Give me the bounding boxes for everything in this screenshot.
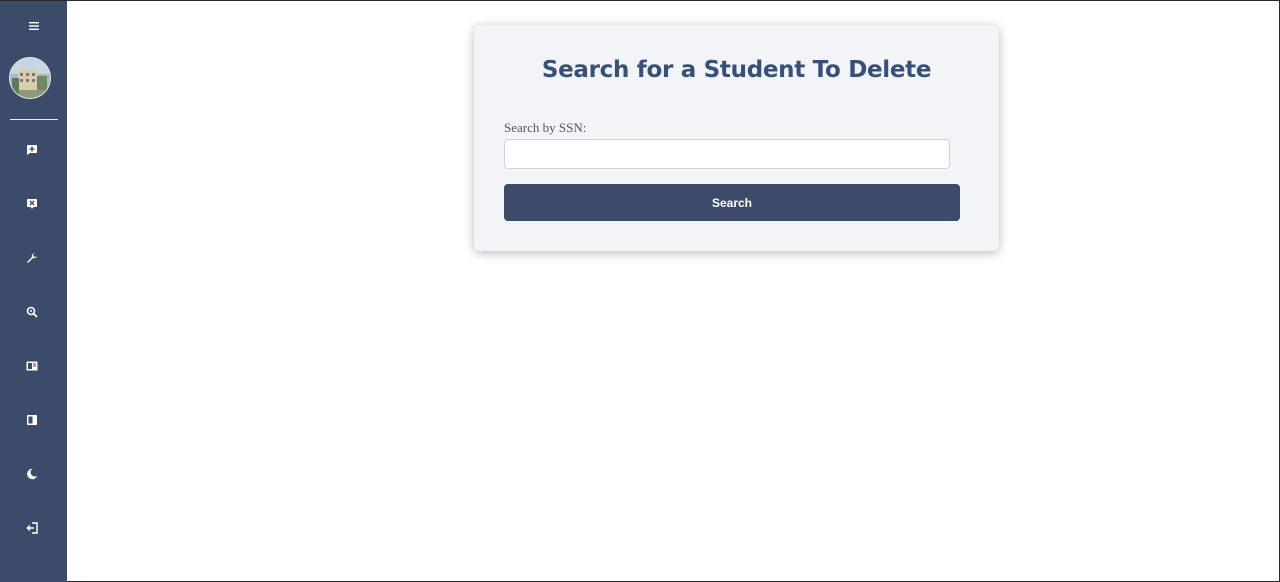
nav-courses[interactable] — [22, 410, 42, 430]
wrench-icon — [27, 253, 37, 263]
sidebar — [0, 1, 67, 582]
delete-student-card: Search for a Student To Delete Search by… — [474, 25, 999, 251]
nav-update-student[interactable] — [22, 248, 42, 268]
nav-dark-mode[interactable] — [22, 464, 42, 484]
hamburger-icon — [29, 22, 39, 30]
book-icon — [27, 415, 37, 425]
logout-icon — [26, 522, 38, 534]
ssn-label: Search by SSN: — [504, 120, 587, 135]
moon-icon — [27, 468, 38, 480]
ssn-search-input[interactable] — [504, 139, 950, 169]
avatar[interactable] — [9, 57, 51, 99]
search-button[interactable]: Search — [504, 184, 960, 221]
search-icon — [26, 306, 38, 318]
nav-delete-student[interactable] — [22, 194, 42, 214]
nav-view-students[interactable] — [22, 356, 42, 376]
nav-add-student[interactable] — [22, 140, 42, 160]
avatar-image — [10, 58, 50, 98]
nav-search-student[interactable] — [22, 302, 42, 322]
add-comment-icon — [27, 145, 37, 155]
delete-box-icon — [27, 199, 37, 209]
id-card-icon — [26, 361, 38, 371]
page-title: Search for a Student To Delete — [541, 57, 932, 83]
nav-logout[interactable] — [22, 518, 42, 538]
menu-toggle-button[interactable] — [24, 16, 44, 36]
sidebar-divider — [10, 119, 58, 120]
